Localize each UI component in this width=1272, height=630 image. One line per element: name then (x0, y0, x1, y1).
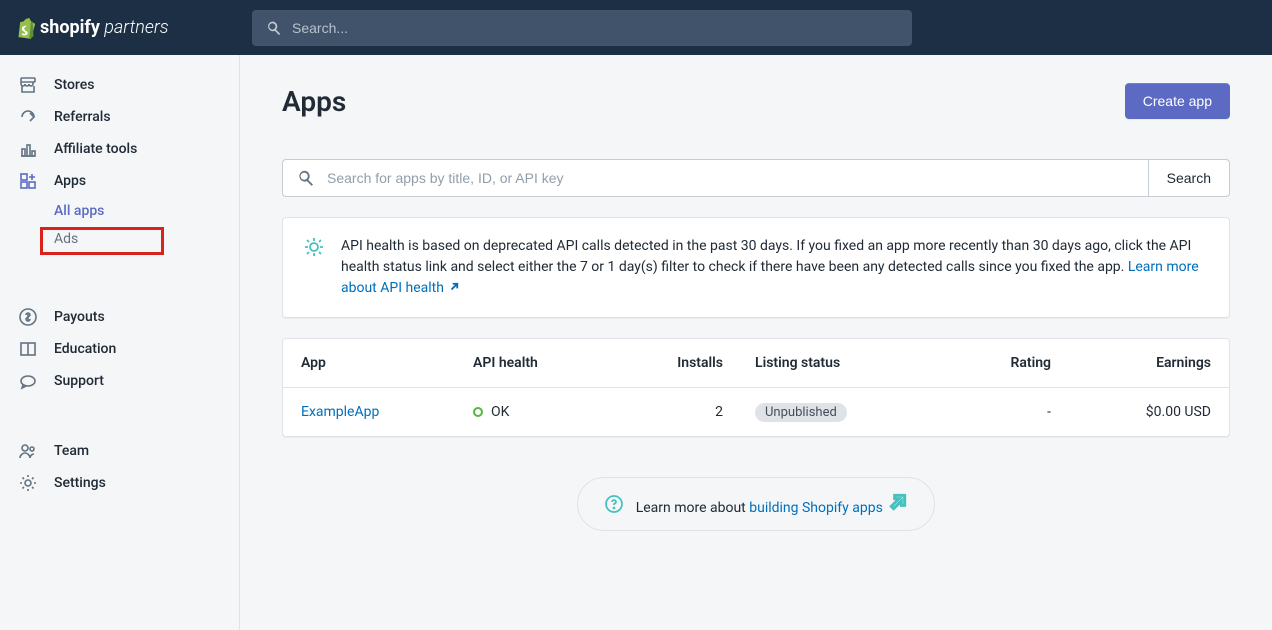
team-icon (18, 441, 38, 461)
earnings-cell: $0.00 USD (1051, 404, 1211, 420)
chart-icon (18, 139, 38, 159)
col-header-api: API health (473, 355, 633, 371)
help-pill: Learn more about building Shopify apps (577, 477, 936, 531)
sidebar-label: Education (54, 341, 116, 357)
sidebar-item-payouts[interactable]: Payouts (0, 301, 239, 333)
search-icon (297, 169, 315, 187)
sidebar-item-settings[interactable]: Settings (0, 467, 239, 499)
sidebar-label: Team (54, 443, 89, 459)
rating-cell: - (923, 404, 1051, 420)
sidebar-label: Stores (54, 77, 94, 93)
sidebar-item-support[interactable]: Support (0, 365, 239, 397)
table-header: App API health Installs Listing status R… (283, 339, 1229, 388)
sidebar-label: Support (54, 373, 104, 389)
col-header-earnings: Earnings (1051, 355, 1211, 371)
top-bar: shopify partners (0, 0, 1272, 55)
create-app-button[interactable]: Create app (1125, 83, 1230, 119)
banner-text: API health is based on deprecated API ca… (341, 236, 1209, 299)
search-icon (266, 20, 282, 36)
brand-text: shopify partners (40, 17, 169, 38)
sidebar-label: Apps (54, 173, 86, 189)
info-banner: API health is based on deprecated API ca… (282, 217, 1230, 318)
sidebar-item-apps[interactable]: Apps (0, 165, 239, 197)
book-icon (18, 339, 38, 359)
col-header-rating: Rating (923, 355, 1051, 371)
search-button[interactable]: Search (1148, 159, 1230, 197)
app-link[interactable]: ExampleApp (301, 404, 379, 420)
api-health-cell[interactable]: OK (473, 404, 633, 420)
listing-badge: Unpublished (755, 403, 847, 422)
apps-search-input[interactable] (327, 170, 1134, 186)
brand-logo[interactable]: shopify partners (16, 17, 240, 39)
main-content: Apps Create app Search API health is bas… (240, 55, 1272, 630)
sidebar-item-team[interactable]: Team (0, 435, 239, 467)
sidebar-item-stores[interactable]: Stores (0, 69, 239, 101)
help-icon (604, 494, 624, 514)
global-search-input[interactable] (292, 20, 898, 36)
referrals-icon (18, 107, 38, 127)
sidebar-label: Referrals (54, 109, 111, 125)
shopify-bag-icon (16, 17, 36, 39)
page-title: Apps (282, 85, 346, 118)
stores-icon (18, 75, 38, 95)
installs-cell: 2 (633, 404, 723, 420)
tip-icon (303, 236, 325, 299)
dollar-icon (18, 307, 38, 327)
apps-search-field[interactable] (282, 159, 1148, 197)
help-text: Learn more about building Shopify apps (636, 492, 909, 516)
sidebar-label: Payouts (54, 309, 105, 325)
col-header-app: App (301, 355, 473, 371)
building-apps-link[interactable]: building Shopify apps (749, 500, 908, 516)
sidebar-subitem-all-apps[interactable]: All apps (54, 197, 239, 225)
external-icon (449, 281, 460, 292)
sidebar-item-affiliate[interactable]: Affiliate tools (0, 133, 239, 165)
status-ok-icon (473, 407, 483, 417)
global-search[interactable] (252, 10, 912, 46)
apps-icon (18, 171, 38, 191)
apps-table: App API health Installs Listing status R… (282, 338, 1230, 437)
sidebar-label: Affiliate tools (54, 141, 137, 157)
sidebar-item-education[interactable]: Education (0, 333, 239, 365)
gear-icon (18, 473, 38, 493)
sidebar-subitem-ads[interactable]: Ads (54, 225, 239, 253)
chat-icon (18, 371, 38, 391)
sidebar: Stores Referrals Affiliate tools Apps Al… (0, 55, 240, 630)
sidebar-item-referrals[interactable]: Referrals (0, 101, 239, 133)
sidebar-label: Settings (54, 475, 106, 491)
col-header-listing: Listing status (723, 355, 923, 371)
col-header-installs: Installs (633, 355, 723, 371)
external-icon (888, 492, 908, 512)
table-row: ExampleApp OK 2 Unpublished - $0.00 USD (283, 388, 1229, 436)
